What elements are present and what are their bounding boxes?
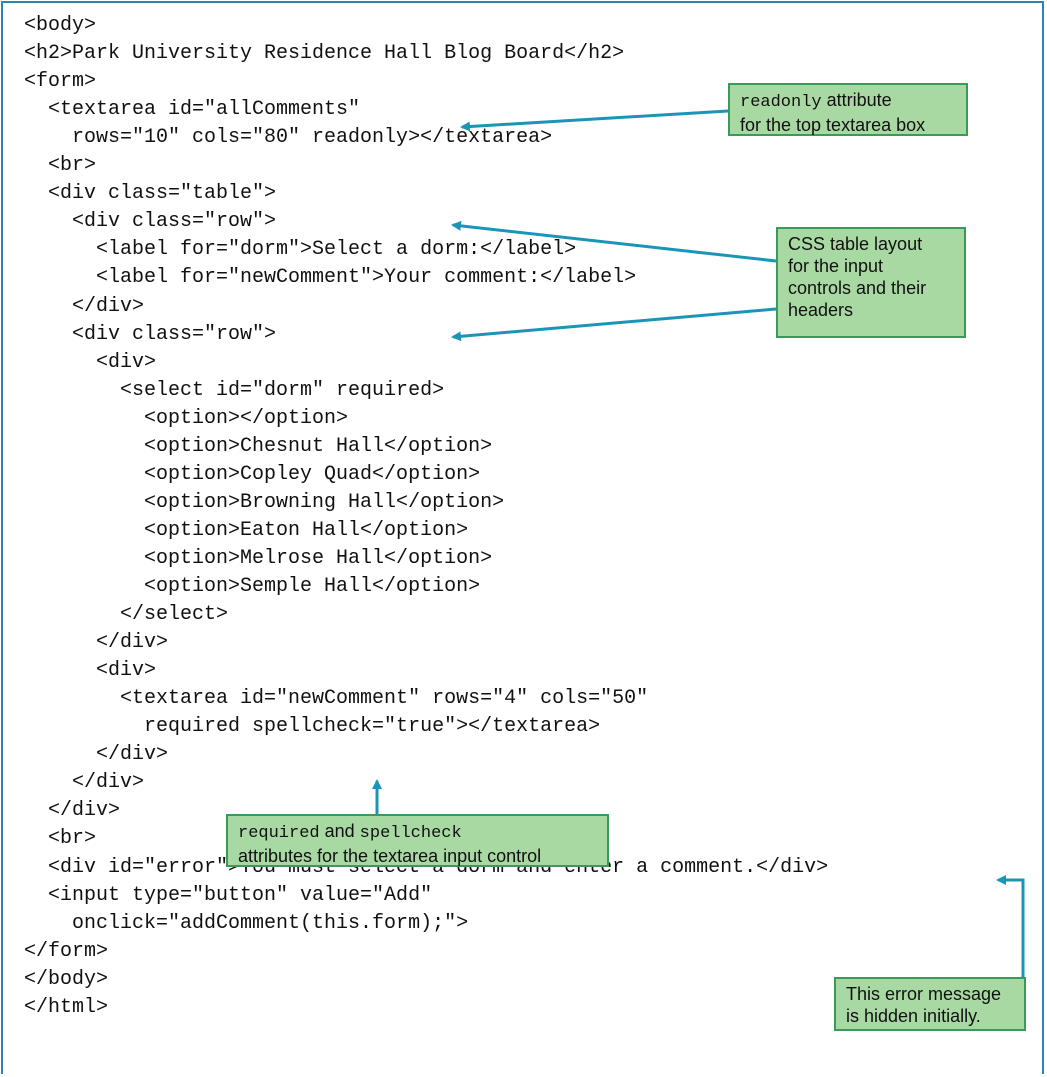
arrow-row-div [451, 307, 777, 342]
arrows-layer [372, 109, 1025, 977]
arrow-readonly [460, 109, 729, 132]
arrow-table-div [451, 220, 777, 263]
arrow-error [996, 875, 1025, 977]
